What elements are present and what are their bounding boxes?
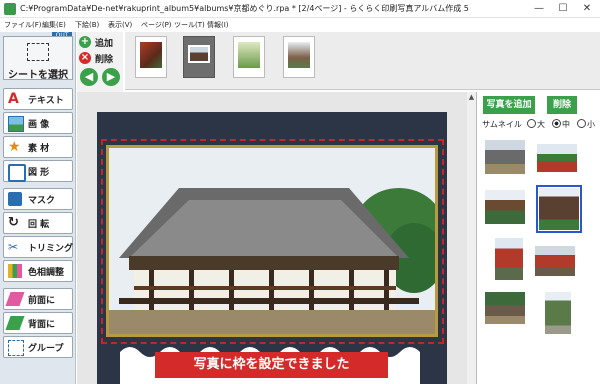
photo-thumbnail[interactable] [537,144,577,172]
page-thumbnail-strip [125,32,600,90]
thumb-size-small-radio[interactable]: 小 [577,119,595,130]
window-title: C:¥ProgramData¥De-net¥rakuprint_album5¥a… [20,4,469,13]
image-tool-label: 画 像 [28,120,50,130]
material-tool-button[interactable]: ★ 素 材 [3,136,73,158]
layer-back-icon [5,316,25,330]
delete-photo-button[interactable]: 削除 [547,96,577,114]
shape-icon [8,164,26,182]
trim-tool-label: トリミング [28,244,74,254]
add-photo-button[interactable]: 写真を追加 [483,96,535,114]
text-tool-label: テキスト [28,96,64,106]
photo-thumbnail[interactable] [495,238,523,280]
shape-tool-label: 図 形 [28,168,50,178]
next-page-button[interactable]: ▶ [102,68,120,86]
select-sheet-label: シートを選択 [8,70,68,81]
vertical-scrollbar[interactable] [467,102,476,384]
selection-cursor-icon [27,43,49,61]
rotate-tool-label: 回 転 [28,220,50,230]
page-photo [188,45,210,63]
menu-background[interactable]: 下絵(B) [75,20,99,30]
page-thumbnail[interactable] [135,36,167,78]
page-thumbnail[interactable] [283,36,315,78]
image-icon [8,116,24,132]
close-button[interactable]: ✕ [575,0,599,18]
image-tool-button[interactable]: 画 像 [3,112,73,134]
menu-tools[interactable]: ツール(T) [174,20,205,30]
prev-page-button[interactable]: ◀ [80,68,98,86]
page-photo [288,42,310,68]
scroll-up-arrow[interactable]: ▲ [467,92,476,102]
menu-file[interactable]: ファイル(F) [4,20,42,30]
rotate-icon: ↻ [8,215,19,230]
page-photo [238,42,260,68]
mask-tool-button[interactable]: マスク [3,188,73,210]
rotate-tool-button[interactable]: ↻ 回 転 [3,212,73,234]
caption-banner: 写真に枠を設定できました [155,352,388,378]
material-tool-label: 素 材 [28,144,50,154]
photo-temple[interactable] [109,148,435,334]
page-thumbnail-current[interactable] [183,36,215,78]
group-label: グループ [28,344,64,354]
delete-page-label: 削除 [95,55,114,65]
menu-edit[interactable]: 編集(E) [42,20,66,30]
scissors-icon: ✂ [8,240,19,254]
thumb-size-medium-label: 中 [562,120,570,129]
mask-tool-label: マスク [28,196,56,206]
group-icon [8,340,24,356]
bring-front-label: 前面に [28,296,56,306]
color-palette-icon [8,264,22,278]
group-button[interactable]: グループ [3,336,73,358]
menu-info[interactable]: 情報(I) [207,20,229,30]
trim-tool-button[interactable]: ✂ トリミング [3,236,73,258]
color-tool-button[interactable]: 色相調整 [3,260,73,282]
photo-thumbnail[interactable] [485,292,525,324]
shape-tool-button[interactable]: 図 形 [3,160,73,182]
bring-front-button[interactable]: 前面に [3,288,73,310]
photo-thumbnail[interactable] [535,246,575,276]
photo-thumbnail-selected[interactable] [536,185,582,233]
text-a-icon: A [8,91,19,107]
select-sheet-button[interactable]: シートを選択 [3,36,73,81]
photo-thumbnail[interactable] [485,190,525,224]
maximize-button[interactable]: ☐ [551,0,575,18]
page-controls: + 追加 × 削除 ◀ ▶ [77,32,123,92]
page-photo [140,42,162,68]
tool-panel: OUT シートを選択 A テキスト 画 像 ★ 素 材 図 形 マスク ↻ 回 … [0,32,76,384]
app-icon [4,3,16,15]
thumb-size-small-label: 小 [587,120,595,129]
thumb-size-large-radio[interactable]: 大 [527,119,545,130]
mask-icon [8,192,22,206]
text-tool-button[interactable]: A テキスト [3,88,73,110]
photo-thumbnail[interactable] [545,292,571,334]
send-back-button[interactable]: 背面に [3,312,73,334]
menu-page[interactable]: ページ(P) [141,20,172,30]
star-icon: ★ [8,139,21,155]
thumbnail-size-label: サムネイル [482,120,522,129]
page-thumbnail[interactable] [233,36,265,78]
layer-front-icon [5,292,25,306]
add-page-label: 追加 [95,39,114,49]
menu-bar: ファイル(F) 編集(E) 下絵(B) 表示(V) ページ(P) ツール(T) … [0,18,600,32]
menu-view[interactable]: 表示(V) [108,20,132,30]
delete-page-button[interactable]: × 削除 [79,51,121,65]
close-x-icon: × [79,52,91,64]
minimize-button[interactable]: — [527,0,551,18]
send-back-label: 背面に [28,320,56,330]
add-page-button[interactable]: + 追加 [79,35,121,49]
color-tool-label: 色相調整 [28,268,65,278]
thumb-size-medium-radio[interactable]: 中 [552,119,570,130]
plus-icon: + [79,36,91,48]
photo-thumbnail[interactable] [485,140,525,174]
photo-panel: 写真を追加 削除 サムネイル 大 中 小 [476,92,600,384]
thumb-size-large-label: 大 [537,120,545,129]
